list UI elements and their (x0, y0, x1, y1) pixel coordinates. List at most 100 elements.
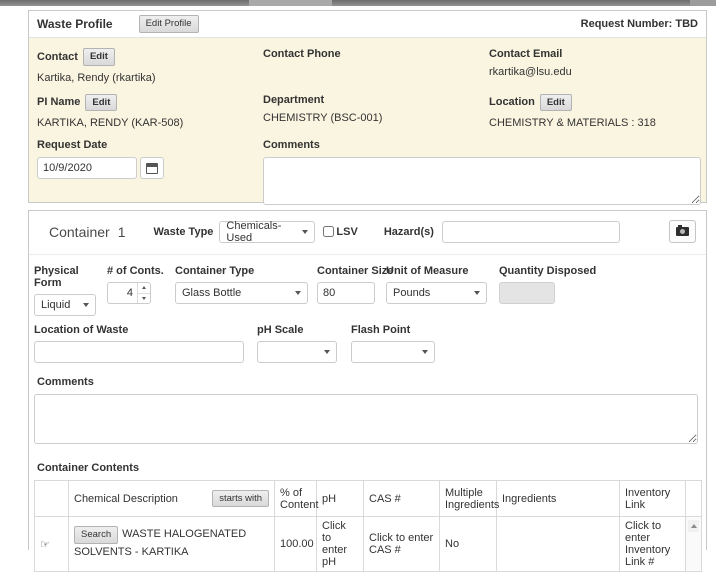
location-label: Location (489, 96, 535, 108)
location-of-waste-field: Location of Waste (34, 324, 244, 363)
scrollbar-up-icon[interactable] (688, 520, 699, 532)
multiple-ingredients-header: Multiple Ingredients (440, 481, 497, 517)
chemical-description-header: Chemical Description starts with (69, 481, 275, 517)
cas-header: CAS # (364, 481, 440, 517)
percent-of-content-cell: 100.00 (275, 517, 317, 572)
waste-type-select[interactable]: Chemicals-Used (219, 221, 315, 243)
request-date-input[interactable] (37, 157, 137, 179)
search-button[interactable]: Search (74, 526, 118, 544)
profile-comments-textarea[interactable] (263, 157, 701, 205)
inventory-link-cell[interactable]: Click to enter Inventory Link # (620, 517, 686, 572)
edit-profile-button[interactable]: Edit Profile (139, 15, 199, 33)
quantity-disposed-field: Quantity Disposed (499, 265, 594, 304)
container-size-label: Container Size (317, 265, 375, 277)
lsv-checkbox[interactable] (323, 226, 334, 237)
edit-contact-button[interactable]: Edit (83, 48, 115, 66)
container-size-field: Container Size (317, 265, 375, 304)
container-type-label: Container Type (175, 265, 308, 277)
num-conts-value: 4 (108, 283, 137, 303)
container-size-input[interactable] (317, 282, 375, 304)
contact-email-value: rkartika@lsu.edu (489, 66, 698, 79)
location-of-waste-label: Location of Waste (34, 324, 244, 336)
department-field: Department CHEMISTRY (BSC-001) (263, 94, 489, 131)
unit-of-measure-label: Unit of Measure (386, 265, 487, 277)
table-row: ☞ SearchWASTE HALOGENATED SOLVENTS - KAR… (35, 517, 702, 572)
profile-comments-field: Comments (263, 139, 698, 208)
pi-name-label: PI Name (37, 96, 80, 108)
starts-with-button[interactable]: starts with (212, 490, 269, 508)
profile-comments-label: Comments (263, 139, 320, 151)
ph-scale-select[interactable] (257, 341, 337, 363)
unit-of-measure-value: Pounds (393, 287, 430, 299)
flash-point-field: Flash Point (351, 324, 435, 363)
location-value: CHEMISTRY & MATERIALS : 318 (489, 117, 698, 130)
spinner-up-icon[interactable] (138, 283, 150, 294)
calendar-button[interactable] (140, 157, 164, 179)
physical-form-field: Physical Form Liquid (34, 265, 96, 316)
top-gray-bar (0, 0, 716, 6)
page-title: Waste Profile (37, 17, 113, 31)
spinner-down-icon[interactable] (138, 294, 150, 304)
dropdown-caret-icon (295, 291, 301, 295)
dropdown-caret-icon (474, 291, 480, 295)
container-number: 1 (118, 224, 126, 240)
quantity-disposed-input (499, 282, 555, 304)
container-type-value: Glass Bottle (182, 287, 241, 299)
dropdown-caret-icon (422, 350, 428, 354)
ph-cell[interactable]: Click to enter pH (317, 517, 364, 572)
physical-form-value: Liquid (41, 299, 70, 311)
waste-profile-panel: Waste Profile Edit Profile Request Numbe… (28, 10, 707, 203)
camera-button[interactable] (669, 220, 696, 243)
container-contents-table: Chemical Description starts with % of Co… (34, 480, 702, 572)
ph-scale-label: pH Scale (257, 324, 337, 336)
container-type-select[interactable]: Glass Bottle (175, 282, 308, 304)
flash-point-label: Flash Point (351, 324, 435, 336)
num-conts-field: # of Conts. 4 (107, 265, 161, 304)
request-number: Request Number: TBD (581, 18, 698, 30)
contact-phone-value (263, 66, 489, 79)
waste-profile-header: Waste Profile Edit Profile Request Numbe… (29, 11, 706, 38)
contact-phone-label: Contact Phone (263, 48, 341, 60)
location-of-waste-input[interactable] (34, 341, 244, 363)
waste-type-value: Chemicals-Used (226, 220, 302, 244)
flash-point-select[interactable] (351, 341, 435, 363)
percent-of-content-header: % of Content (275, 481, 317, 517)
edit-location-button[interactable]: Edit (540, 94, 572, 112)
dropdown-caret-icon (83, 303, 89, 307)
multiple-ingredients-cell: No (440, 517, 497, 572)
ph-header: pH (317, 481, 364, 517)
container-comments-textarea[interactable] (34, 394, 698, 444)
row-selector-cell[interactable]: ☞ (35, 517, 69, 572)
request-date-field: Request Date (37, 139, 263, 208)
edit-pi-name-button[interactable]: Edit (85, 94, 117, 112)
department-label: Department (263, 94, 324, 106)
ingredients-header: Ingredients (497, 481, 620, 517)
ph-scale-field: pH Scale (257, 324, 337, 363)
container-comments-label: Comments (37, 376, 701, 388)
unit-of-measure-select[interactable]: Pounds (386, 282, 487, 304)
contact-email-field: Contact Email rkartika@lsu.edu (489, 48, 698, 85)
container-panel: Container 1 Waste Type Chemicals-Used LS… (28, 210, 707, 550)
dropdown-caret-icon (302, 230, 308, 234)
lsv-label: LSV (336, 226, 357, 238)
inventory-link-header: Inventory Link (620, 481, 686, 517)
row-selector-header (35, 481, 69, 517)
num-conts-stepper[interactable]: 4 (107, 282, 151, 304)
top-bar-segment (249, 0, 332, 6)
ingredients-cell (497, 517, 620, 572)
hazards-input[interactable] (442, 221, 620, 243)
scrollbar-header-spacer (686, 481, 702, 517)
container-type-field: Container Type Glass Bottle (175, 265, 308, 304)
contact-field: Contact Edit Kartika, Rendy (rkartika) (37, 48, 263, 85)
contact-phone-field: Contact Phone (263, 48, 489, 85)
cas-cell[interactable]: Click to enter CAS # (364, 517, 440, 572)
camera-icon (676, 227, 689, 236)
table-header-row: Chemical Description starts with % of Co… (35, 481, 702, 517)
location-field: Location Edit CHEMISTRY & MATERIALS : 31… (489, 94, 698, 131)
hazards-label: Hazard(s) (384, 226, 434, 238)
container-title: Container (49, 224, 110, 240)
table-scrollbar[interactable] (686, 517, 702, 572)
physical-form-select[interactable]: Liquid (34, 294, 96, 316)
profile-details: Contact Edit Kartika, Rendy (rkartika) C… (29, 38, 706, 202)
pi-name-value: KARTIKA, RENDY (KAR-508) (37, 117, 263, 130)
